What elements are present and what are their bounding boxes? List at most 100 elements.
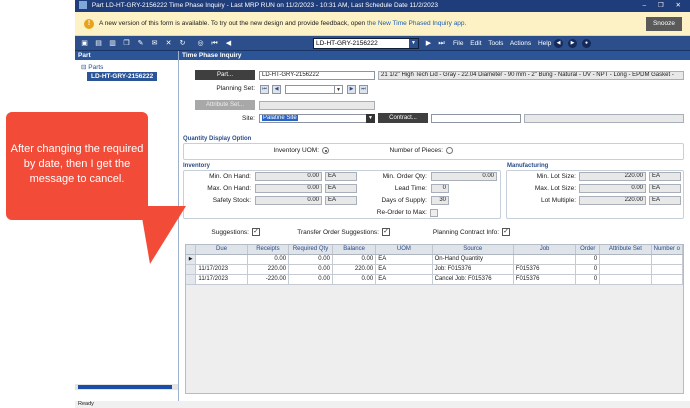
horizontal-scrollbar[interactable] xyxy=(75,384,178,390)
max-on-hand-uom: EA xyxy=(325,184,357,193)
grid-corner xyxy=(186,245,197,255)
preview-icon[interactable]: ▥ xyxy=(108,39,117,48)
chevron-down-icon[interactable]: ▼ xyxy=(409,39,418,48)
toolbar: ▣ ▤ ▥ ❐ ✎ ✉ ✕ ↻ ◎ ⏮ ◀ LD-HT-GRY-2156222 … xyxy=(75,36,690,51)
cell-required: 0.00 xyxy=(288,274,333,285)
contract-button[interactable]: Contract... xyxy=(378,113,428,123)
site-combo[interactable]: Palatine Site xyxy=(259,114,369,123)
part-combo[interactable]: LD-HT-GRY-2156222 ▼ xyxy=(313,38,419,49)
cell-attr xyxy=(599,254,652,265)
window-title-bar: Part LD-HT-GRY-2156222 Time Phase Inquir… xyxy=(75,0,690,12)
cell-required: 0.00 xyxy=(288,254,333,265)
min-order-qty-field: 0.00 xyxy=(431,172,497,181)
app-icon xyxy=(79,1,87,10)
inventory-uom-radio[interactable] xyxy=(322,147,329,154)
save-icon[interactable]: ▣ xyxy=(80,39,89,48)
col-required-qty[interactable]: Required Qty xyxy=(288,245,333,255)
cell-due: 11/17/2023 xyxy=(195,264,248,275)
time-phase-header: Time Phase Inquiry xyxy=(179,51,690,60)
lot-multiple-uom: EA xyxy=(649,196,681,205)
cell-order: 0 xyxy=(575,274,601,285)
col-number-of[interactable]: Number o xyxy=(651,245,683,255)
scrollbar-thumb[interactable] xyxy=(78,385,172,389)
cell-receipts: 0.00 xyxy=(247,254,290,265)
back-icon[interactable]: ◀ xyxy=(554,39,563,48)
menu-edit[interactable]: Edit xyxy=(470,40,481,47)
update-notice: ! A new version of this form is availabl… xyxy=(75,12,690,36)
description-field: 21 1/2" High Tech Lid - Gray - 22.04 Dia… xyxy=(378,71,684,80)
cell-uom: EA xyxy=(375,264,433,275)
binoculars-icon[interactable]: ◎ xyxy=(196,39,205,48)
tree-root-parts[interactable]: ⊟ Parts xyxy=(81,63,103,71)
planning-contract-checkbox[interactable]: ✓ xyxy=(502,228,510,236)
cell-source: Job: F015376 xyxy=(432,264,514,275)
col-job[interactable]: Job xyxy=(513,245,577,255)
cell-source: Cancel Job: F015376 xyxy=(432,274,514,285)
table-row[interactable]: 11/17/2023 -220.00 0.00 0.00 EA Cancel J… xyxy=(186,274,683,285)
min-lot-uom: EA xyxy=(649,172,681,181)
cell-order: 0 xyxy=(575,254,601,265)
menu-help[interactable]: Help xyxy=(538,40,551,47)
cell-job: F015376 xyxy=(513,274,577,285)
suggestions-checkbox[interactable]: ✓ xyxy=(252,228,260,236)
col-attribute-set[interactable]: Attribute Set xyxy=(599,245,652,255)
col-source[interactable]: Source xyxy=(432,245,514,255)
max-lot-field: 0.00 xyxy=(579,184,646,193)
prev-record-icon[interactable]: ◀ xyxy=(224,39,233,48)
col-order[interactable]: Order xyxy=(575,245,601,255)
prev-icon[interactable]: ◀ xyxy=(272,85,281,94)
pieces-radio[interactable] xyxy=(446,147,453,154)
chevron-down-icon[interactable]: ▼ xyxy=(366,114,375,123)
refresh-icon[interactable]: ↻ xyxy=(178,39,187,48)
new-app-link[interactable]: the New Time Phased Inquiry app. xyxy=(367,20,466,27)
max-on-hand-label: Max. On Hand: xyxy=(207,185,251,192)
safety-stock-label: Safety Stock: xyxy=(212,197,251,204)
cell-job xyxy=(513,254,577,265)
max-on-hand-field: 0.00 xyxy=(255,184,322,193)
col-uom[interactable]: UOM xyxy=(375,245,433,255)
col-balance[interactable]: Balance xyxy=(332,245,377,255)
delete-icon[interactable]: ✕ xyxy=(164,39,173,48)
attribute-set-button[interactable]: Attribute Set... xyxy=(195,100,255,110)
copy-icon[interactable]: ❐ xyxy=(122,39,131,48)
cell-uom: EA xyxy=(375,274,433,285)
first-icon[interactable]: ⏮ xyxy=(260,85,269,94)
forward-icon[interactable]: ▶ xyxy=(568,39,577,48)
menu-file[interactable]: File xyxy=(453,40,463,47)
next-record-icon[interactable]: ▶ xyxy=(424,39,433,48)
part-field[interactable]: LD-HT-GRY-2156222 xyxy=(259,71,375,80)
attach-icon[interactable]: ✉ xyxy=(150,39,159,48)
first-record-icon[interactable]: ⏮ xyxy=(210,39,219,48)
min-on-hand-field: 0.00 xyxy=(255,172,322,181)
edit-icon[interactable]: ✎ xyxy=(136,39,145,48)
home-icon[interactable]: ● xyxy=(582,39,591,48)
last-record-icon[interactable]: ⏭ xyxy=(437,39,446,48)
quantity-display-label: Quantity Display Option xyxy=(183,136,252,142)
cell-attr xyxy=(599,264,652,275)
menu-tools[interactable]: Tools xyxy=(488,40,503,47)
table-row[interactable]: 11/17/2023 220.00 0.00 220.00 EA Job: F0… xyxy=(186,264,683,275)
print-icon[interactable]: ▤ xyxy=(94,39,103,48)
contract-field[interactable] xyxy=(431,114,521,123)
safety-stock-field: 0.00 xyxy=(255,196,322,205)
tree-item-part[interactable]: LD-HT-GRY-2156222 xyxy=(87,72,158,81)
reorder-max-checkbox[interactable] xyxy=(430,209,438,217)
warning-icon: ! xyxy=(84,19,94,29)
snooze-button[interactable]: Snooze xyxy=(645,17,682,31)
window-controls[interactable]: – ❐ ✕ xyxy=(642,0,686,12)
col-due[interactable]: Due xyxy=(195,245,248,255)
cell-job: F015376 xyxy=(513,264,577,275)
next-icon[interactable]: ▶ xyxy=(347,85,356,94)
table-row[interactable]: ▶ 0.00 0.00 0.00 EA On-Hand Quantity 0 xyxy=(186,254,683,265)
row-indicator xyxy=(186,264,197,275)
part-button[interactable]: Part... xyxy=(195,70,255,80)
min-lot-field: 220.00 xyxy=(579,172,646,181)
menu-actions[interactable]: Actions xyxy=(510,40,531,47)
transfer-suggestions-checkbox[interactable]: ✓ xyxy=(382,228,390,236)
chevron-down-icon[interactable]: ▼ xyxy=(334,85,343,94)
manufacturing-group-label: Manufacturing xyxy=(507,163,549,169)
cell-balance: 0.00 xyxy=(332,274,377,285)
col-receipts[interactable]: Receipts xyxy=(247,245,290,255)
last-icon[interactable]: ⏭ xyxy=(359,85,368,94)
cell-number xyxy=(651,254,683,265)
